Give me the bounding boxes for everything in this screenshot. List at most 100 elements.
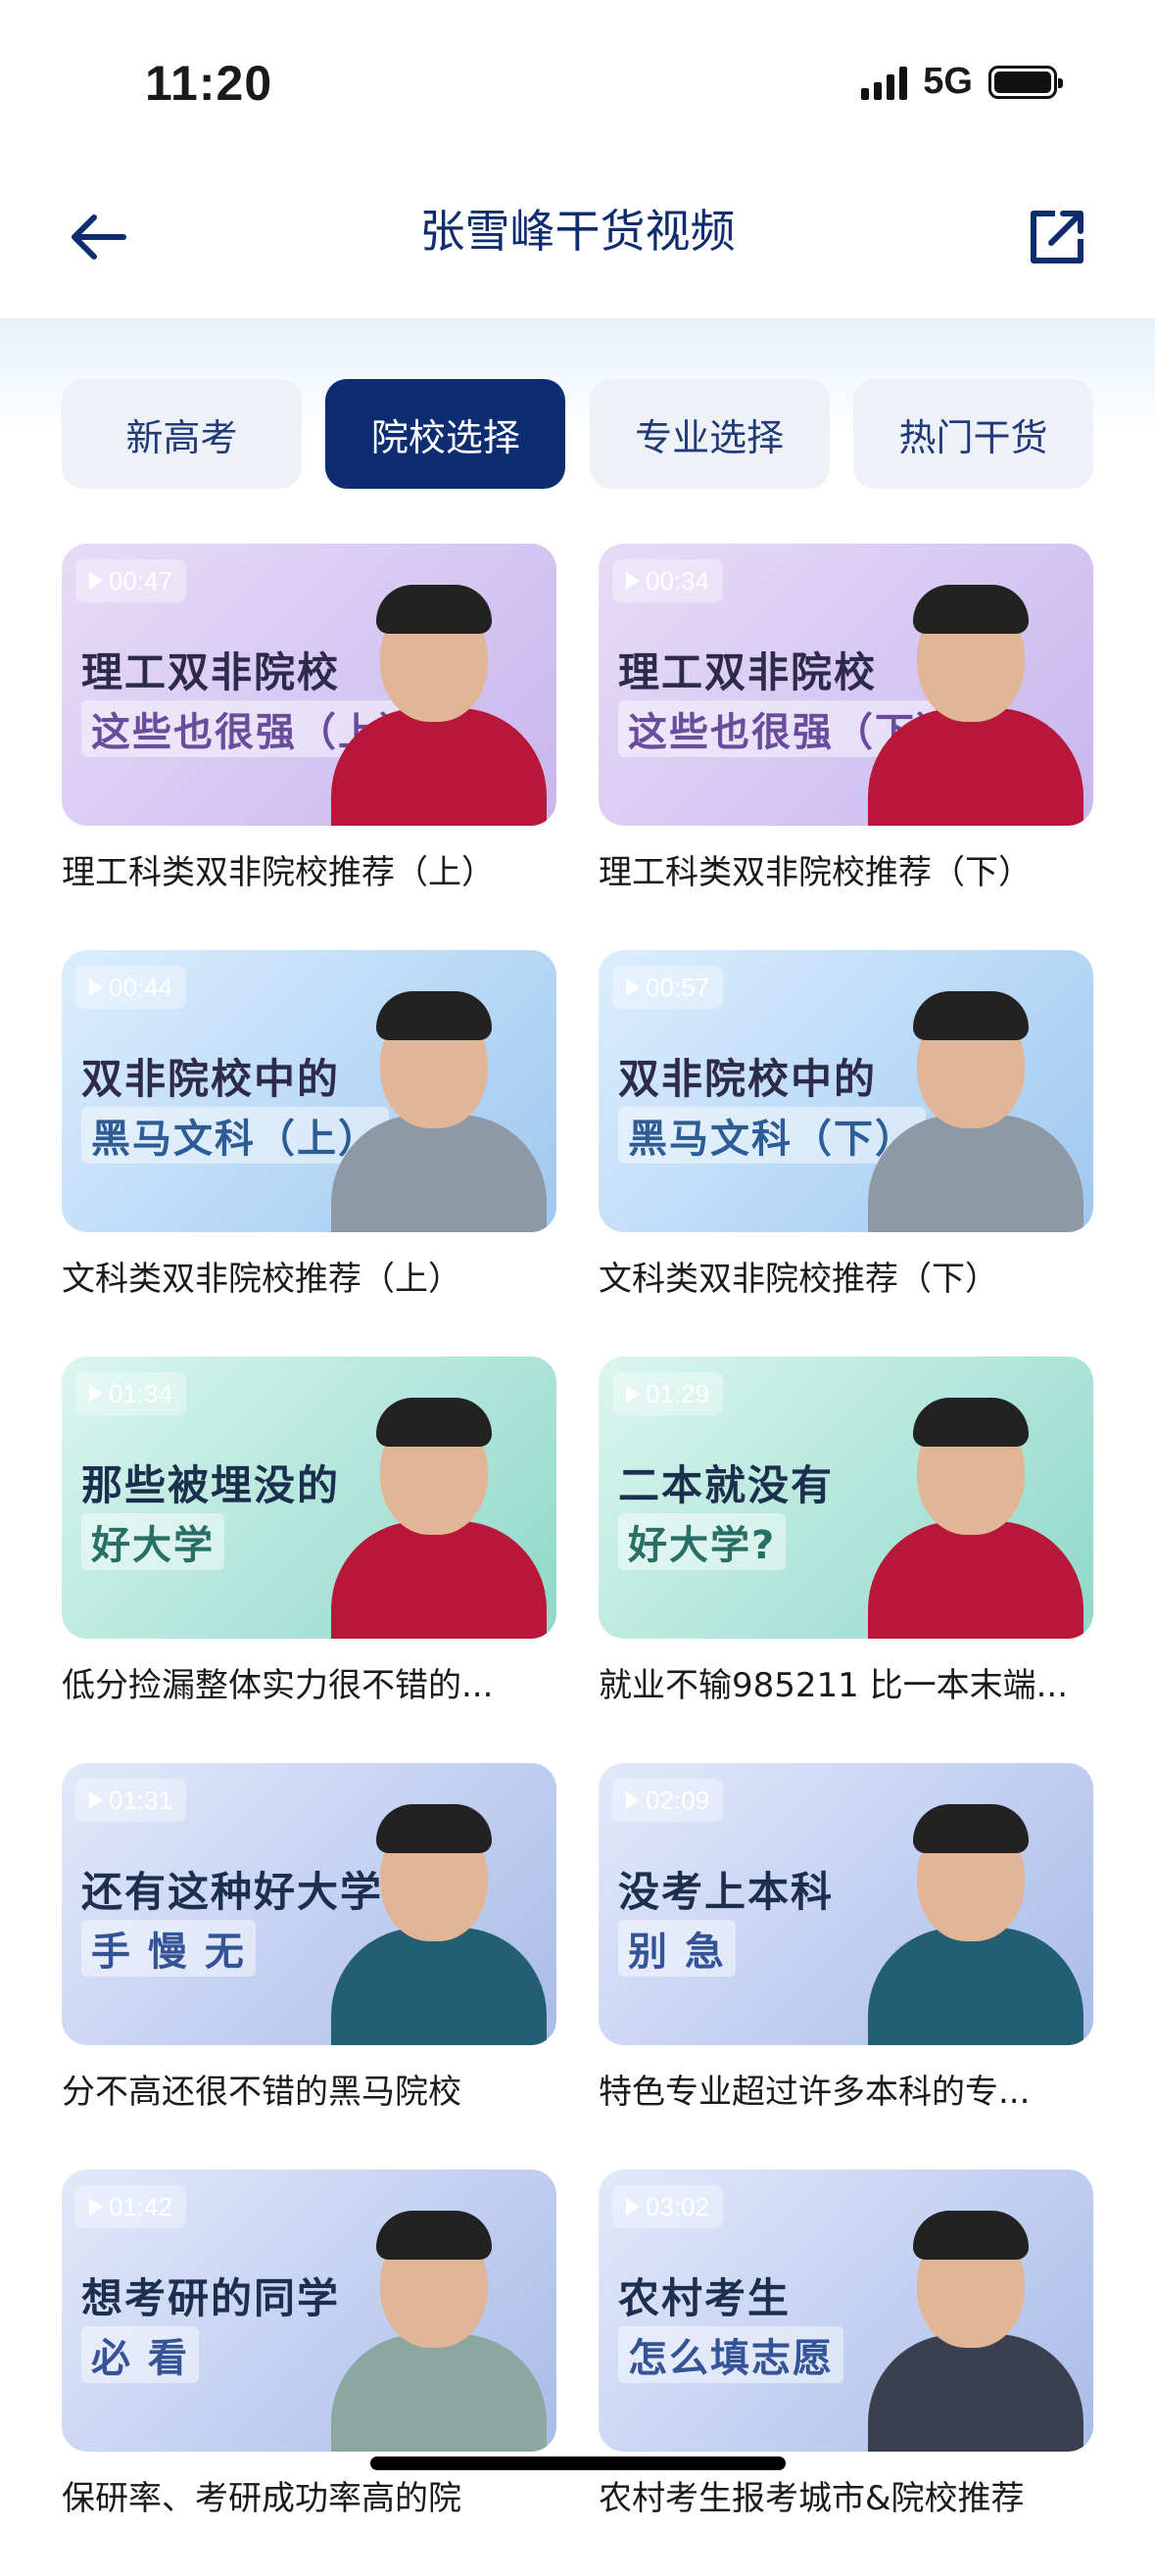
video-card[interactable]: 01:42 想考研的同学 必 看 保研率、考研成功率高的院 bbox=[62, 2170, 556, 2576]
thumbnail-headline: 二本就没有 bbox=[618, 1461, 835, 1509]
duration-text: 03:02 bbox=[646, 2191, 710, 2221]
video-thumbnail[interactable]: 01:29 二本就没有 好大学? bbox=[599, 1357, 1093, 1639]
presenter-image bbox=[848, 1790, 1083, 2045]
presenter-image bbox=[848, 1384, 1083, 1639]
video-thumbnail[interactable]: 01:31 还有这种好大学? 手 慢 无 bbox=[62, 1763, 556, 2045]
video-thumbnail[interactable]: 00:34 理工双非院校 这些也很强（下） bbox=[599, 544, 1093, 826]
video-card[interactable]: 00:57 双非院校中的 黑马文科（下） 文科类双非院校推荐（下） bbox=[599, 950, 1093, 1357]
play-icon bbox=[89, 1385, 103, 1403]
presenter-image bbox=[848, 978, 1083, 1232]
video-thumbnail[interactable]: 01:42 想考研的同学 必 看 bbox=[62, 2170, 556, 2452]
video-title[interactable]: 特色专业超过许多本科的专... bbox=[599, 2065, 1093, 2113]
presenter-image bbox=[312, 571, 547, 826]
signal-icon bbox=[861, 65, 908, 100]
content-area: 新高考 院校选择 专业选择 热门干货 00:47 理工双非院校 这些也很强（上）… bbox=[0, 318, 1155, 2518]
status-bar: 11:20 5G bbox=[0, 0, 1155, 167]
nav-bar: 张雪峰干货视频 bbox=[0, 167, 1155, 318]
thumbnail-subline: 好大学? bbox=[618, 1513, 787, 1570]
video-title[interactable]: 保研率、考研成功率高的院 bbox=[62, 2471, 556, 2519]
video-title[interactable]: 理工科类双非院校推荐（上） bbox=[62, 845, 556, 893]
video-card[interactable]: 00:44 双非院校中的 黑马文科（上） 文科类双非院校推荐（上） bbox=[62, 950, 556, 1357]
presenter-image bbox=[848, 2197, 1083, 2452]
duration-badge: 00:34 bbox=[612, 559, 724, 602]
video-title[interactable]: 文科类双非院校推荐（上） bbox=[62, 1252, 556, 1300]
thumbnail-headline: 双非院校中的 bbox=[618, 1055, 878, 1103]
thumbnail-subline: 必 看 bbox=[81, 2326, 199, 2383]
page-title: 张雪峰干货视频 bbox=[419, 205, 736, 258]
duration-text: 01:29 bbox=[646, 1378, 710, 1408]
duration-badge: 00:44 bbox=[75, 966, 187, 1009]
video-card[interactable]: 01:34 那些被埋没的 好大学 低分捡漏整体实力很不错的... bbox=[62, 1357, 556, 1763]
thumbnail-subline: 手 慢 无 bbox=[81, 1920, 256, 1977]
video-thumbnail[interactable]: 01:34 那些被埋没的 好大学 bbox=[62, 1357, 556, 1639]
home-indicator[interactable] bbox=[370, 2457, 786, 2470]
duration-text: 01:31 bbox=[109, 1785, 173, 1815]
tab-new-gaokao[interactable]: 新高考 bbox=[62, 379, 302, 489]
thumbnail-headline: 那些被埋没的 bbox=[81, 1461, 341, 1509]
video-title[interactable]: 分不高还很不错的黑马院校 bbox=[62, 2065, 556, 2113]
thumbnail-headline: 想考研的同学 bbox=[81, 2274, 341, 2322]
video-thumbnail[interactable]: 00:47 理工双非院校 这些也很强（上） bbox=[62, 544, 556, 826]
video-title[interactable]: 农村考生报考城市&院校推荐 bbox=[599, 2471, 1093, 2519]
duration-badge: 00:57 bbox=[612, 966, 724, 1009]
video-title[interactable]: 就业不输985211 比一本末端... bbox=[599, 1658, 1093, 1706]
duration-text: 00:47 bbox=[109, 565, 173, 596]
status-icons: 5G bbox=[861, 61, 1063, 103]
duration-badge: 01:34 bbox=[75, 1372, 187, 1415]
thumbnail-subline: 好大学 bbox=[81, 1513, 224, 1570]
network-label: 5G bbox=[923, 61, 973, 102]
play-icon bbox=[626, 2198, 640, 2216]
thumbnail-headline: 理工双非院校 bbox=[618, 648, 878, 696]
duration-text: 00:34 bbox=[646, 565, 710, 596]
play-icon bbox=[89, 1791, 103, 1809]
presenter-image bbox=[312, 1790, 547, 2045]
video-thumbnail[interactable]: 03:02 农村考生 怎么填志愿 bbox=[599, 2170, 1093, 2452]
share-button[interactable] bbox=[1018, 198, 1096, 276]
video-card[interactable]: 00:34 理工双非院校 这些也很强（下） 理工科类双非院校推荐（下） bbox=[599, 544, 1093, 950]
thumbnail-subline: 别 急 bbox=[618, 1920, 736, 1977]
duration-text: 01:42 bbox=[109, 2191, 173, 2221]
play-icon bbox=[626, 978, 640, 996]
thumbnail-headline: 没考上本科 bbox=[618, 1868, 835, 1916]
video-card[interactable]: 01:29 二本就没有 好大学? 就业不输985211 比一本末端... bbox=[599, 1357, 1093, 1763]
duration-badge: 02:09 bbox=[612, 1779, 724, 1822]
play-icon bbox=[89, 978, 103, 996]
duration-text: 00:57 bbox=[646, 972, 710, 1002]
tab-school-selection[interactable]: 院校选择 bbox=[325, 379, 566, 489]
presenter-image bbox=[312, 2197, 547, 2452]
video-title[interactable]: 文科类双非院校推荐（下） bbox=[599, 1252, 1093, 1300]
video-title[interactable]: 低分捡漏整体实力很不错的... bbox=[62, 1658, 556, 1706]
video-card[interactable]: 02:09 没考上本科 别 急 特色专业超过许多本科的专... bbox=[599, 1763, 1093, 2170]
play-icon bbox=[626, 572, 640, 590]
tab-hot-tips[interactable]: 热门干货 bbox=[852, 379, 1093, 489]
video-card[interactable]: 01:31 还有这种好大学? 手 慢 无 分不高还很不错的黑马院校 bbox=[62, 1763, 556, 2170]
video-thumbnail[interactable]: 00:57 双非院校中的 黑马文科（下） bbox=[599, 950, 1093, 1232]
play-icon bbox=[89, 572, 103, 590]
duration-badge: 03:02 bbox=[612, 2185, 724, 2228]
video-card[interactable]: 00:47 理工双非院校 这些也很强（上） 理工科类双非院校推荐（上） bbox=[62, 544, 556, 950]
play-icon bbox=[626, 1385, 640, 1403]
video-thumbnail[interactable]: 00:44 双非院校中的 黑马文科（上） bbox=[62, 950, 556, 1232]
duration-text: 00:44 bbox=[109, 972, 173, 1002]
thumbnail-headline: 理工双非院校 bbox=[81, 648, 341, 696]
video-title[interactable]: 理工科类双非院校推荐（下） bbox=[599, 845, 1093, 893]
thumbnail-headline: 双非院校中的 bbox=[81, 1055, 341, 1103]
share-icon bbox=[1031, 211, 1083, 263]
category-tabs: 新高考 院校选择 专业选择 热门干货 bbox=[62, 379, 1093, 489]
video-grid: 00:47 理工双非院校 这些也很强（上） 理工科类双非院校推荐（上） 00:3… bbox=[62, 544, 1093, 2576]
video-card[interactable]: 03:02 农村考生 怎么填志愿 农村考生报考城市&院校推荐 bbox=[599, 2170, 1093, 2576]
presenter-image bbox=[848, 571, 1083, 826]
play-icon bbox=[626, 1791, 640, 1809]
presenter-image bbox=[312, 1384, 547, 1639]
status-time: 11:20 bbox=[145, 56, 273, 111]
duration-badge: 01:31 bbox=[75, 1779, 187, 1822]
tab-major-selection[interactable]: 专业选择 bbox=[589, 379, 830, 489]
video-thumbnail[interactable]: 02:09 没考上本科 别 急 bbox=[599, 1763, 1093, 2045]
battery-icon bbox=[988, 65, 1063, 99]
play-icon bbox=[89, 2198, 103, 2216]
duration-text: 01:34 bbox=[109, 1378, 173, 1408]
duration-badge: 00:47 bbox=[75, 559, 187, 602]
duration-text: 02:09 bbox=[646, 1785, 710, 1815]
duration-badge: 01:29 bbox=[612, 1372, 724, 1415]
thumbnail-headline: 农村考生 bbox=[618, 2274, 792, 2322]
